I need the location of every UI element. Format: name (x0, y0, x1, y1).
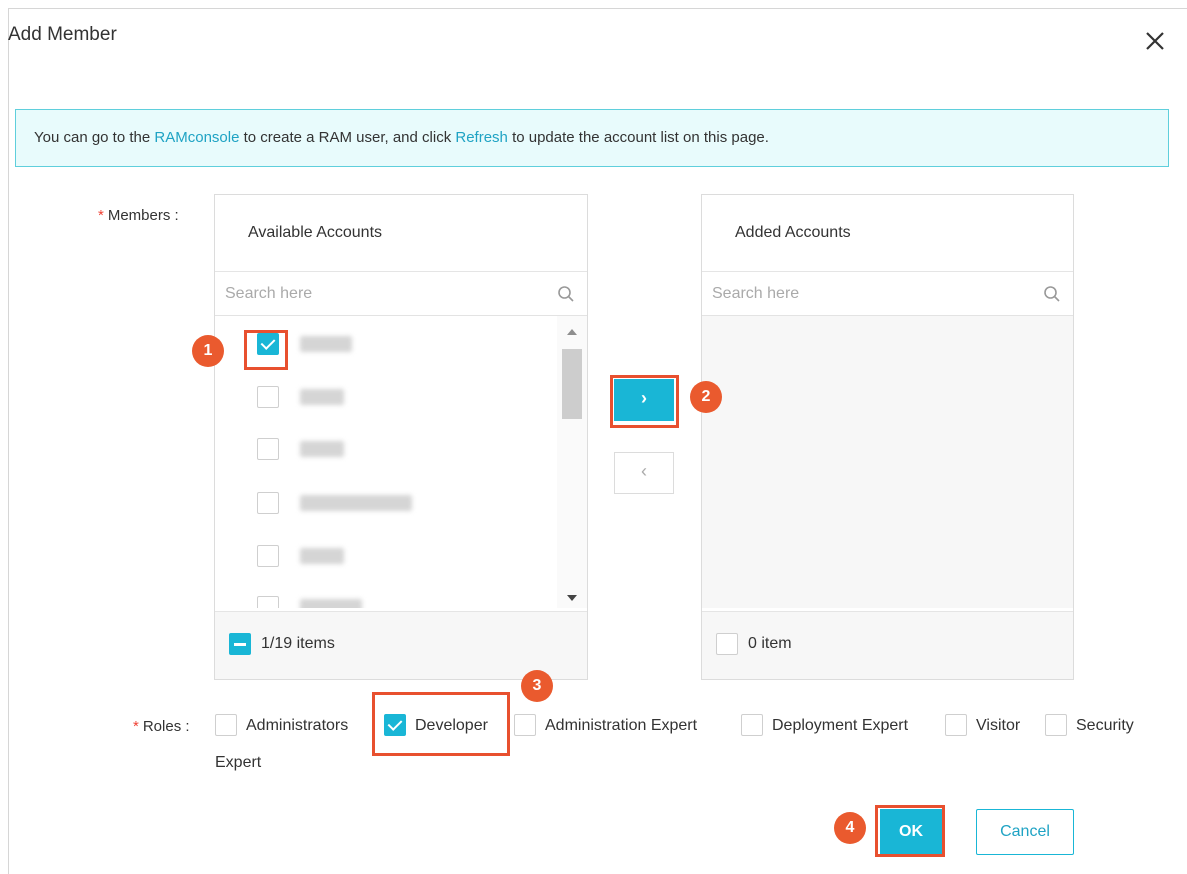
redacted-account-name (300, 599, 362, 608)
redacted-account-name (300, 441, 344, 457)
refresh-link[interactable]: Refresh (455, 129, 508, 146)
search-icon[interactable] (557, 285, 575, 303)
role-label: Visitor (976, 717, 1021, 734)
available-accounts-panel: Available Accounts Search here 1/19 item… (214, 194, 588, 680)
role-checkbox[interactable] (741, 714, 763, 736)
role-checkbox[interactable] (384, 714, 406, 736)
roles-label: * Roles : (133, 718, 190, 735)
notice-prefix: You can go to the (34, 129, 155, 146)
search-icon[interactable] (1043, 285, 1061, 303)
dialog-title: Add Member (8, 24, 117, 45)
notice-middle: to create a RAM user, and click (239, 129, 456, 146)
role-label: Developer (415, 717, 488, 734)
close-icon[interactable] (1144, 30, 1166, 52)
info-notice: You can go to the RAMconsole to create a… (15, 109, 1169, 167)
added-accounts-panel: Added Accounts 0 item (701, 194, 1074, 680)
scroll-down-icon[interactable] (567, 595, 577, 601)
scrollbar-thumb[interactable] (562, 349, 582, 419)
redacted-account-name (300, 336, 352, 352)
scroll-up-icon[interactable] (567, 329, 577, 335)
account-checkbox[interactable] (257, 545, 279, 567)
role-label: Security (1076, 717, 1134, 734)
available-count: 1/19 items (261, 635, 335, 652)
move-right-label: › (641, 388, 647, 408)
role-label: Administrators (246, 717, 349, 734)
select-all-checkbox[interactable] (229, 633, 251, 655)
redacted-account-name (300, 548, 344, 564)
available-footer: 1/19 items (215, 611, 587, 679)
notice-suffix: to update the account list on this page. (507, 129, 769, 146)
available-accounts-header: Available Accounts (215, 195, 587, 272)
role-label: Administration Expert (545, 717, 698, 734)
redacted-account-name (300, 389, 344, 405)
redacted-account-name (300, 495, 412, 511)
ok-button[interactable]: OK (880, 809, 942, 855)
step-badge-3: 3 (521, 670, 553, 702)
roles-label-text: Roles : (142, 718, 190, 735)
role-checkbox[interactable] (1045, 714, 1067, 736)
added-footer: 0 item (702, 611, 1073, 679)
step-badge-1: 1 (192, 335, 224, 367)
account-checkbox[interactable] (257, 492, 279, 514)
account-checkbox[interactable] (257, 596, 279, 608)
added-search-input[interactable] (702, 272, 1073, 315)
role-checkbox[interactable] (215, 714, 237, 736)
role-label-wrap: Expert (215, 754, 262, 771)
step-badge-4: 4 (834, 812, 866, 844)
role-label: Deployment Expert (772, 717, 909, 734)
members-label-text: Members : (107, 207, 179, 224)
added-accounts-header: Added Accounts (702, 195, 1073, 272)
added-accounts-list (702, 316, 1073, 608)
account-checkbox[interactable] (257, 438, 279, 460)
move-left-label: ‹ (641, 461, 647, 481)
move-right-button[interactable]: › (614, 379, 674, 421)
select-all-checkbox[interactable] (716, 633, 738, 655)
available-search-box (215, 272, 587, 316)
cancel-button[interactable]: Cancel (976, 809, 1074, 855)
step-badge-2: 2 (690, 381, 722, 413)
account-checkbox[interactable] (257, 333, 279, 355)
role-checkbox[interactable] (945, 714, 967, 736)
role-checkbox[interactable] (514, 714, 536, 736)
account-checkbox[interactable] (257, 386, 279, 408)
added-search-box (702, 272, 1073, 316)
available-search-input[interactable] (215, 272, 587, 315)
ram-console-link[interactable]: RAMconsole (154, 129, 239, 146)
move-left-button[interactable]: ‹ (614, 452, 674, 494)
available-accounts-list (215, 316, 587, 608)
members-label: * Members : (98, 207, 179, 224)
added-count: 0 item (748, 635, 792, 652)
